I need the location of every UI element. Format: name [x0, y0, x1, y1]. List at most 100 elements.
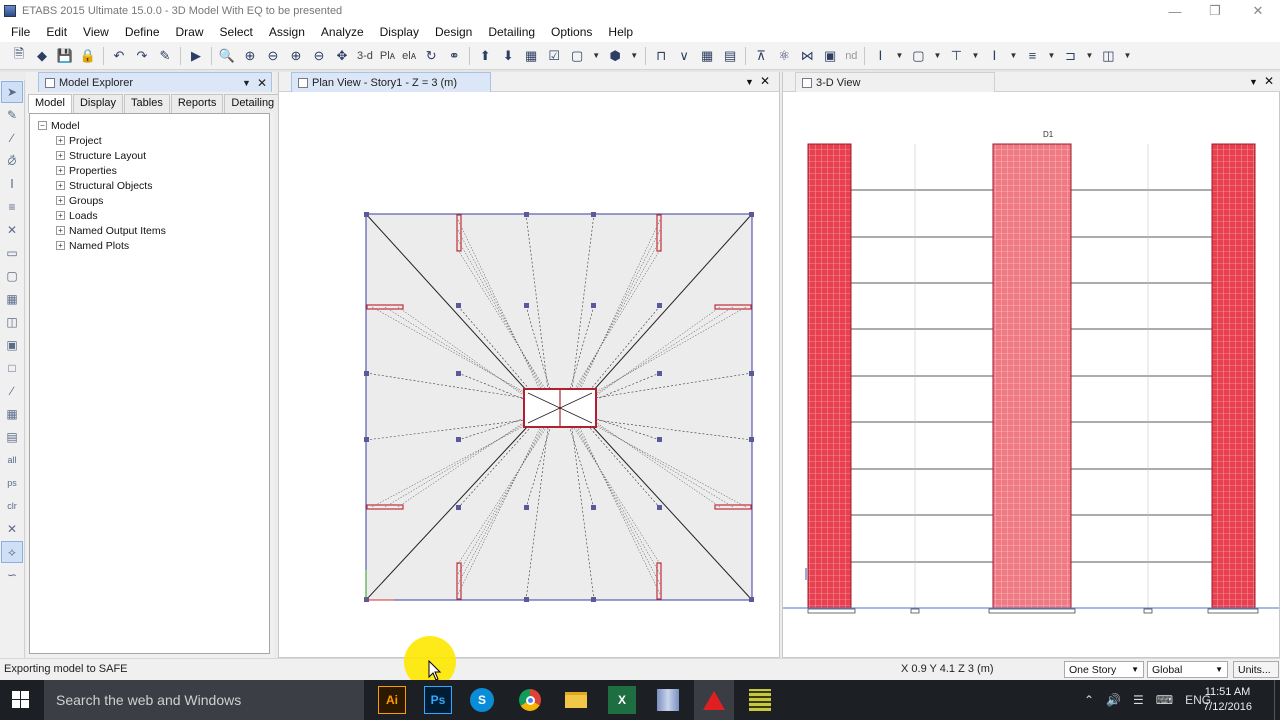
- move-up-icon[interactable]: ⬆: [474, 45, 496, 67]
- tree-item-groups[interactable]: + Groups: [30, 193, 269, 208]
- illustrator-icon[interactable]: Ai: [378, 686, 406, 714]
- draw-section-cut-icon[interactable]: Ⅰ: [983, 45, 1005, 67]
- menu-options[interactable]: Options: [543, 25, 600, 39]
- draw-dimension-icon[interactable]: ≡: [1021, 45, 1043, 67]
- draw-reference-icon[interactable]: ⊐: [1059, 45, 1081, 67]
- chevron-down-icon[interactable]: ▼: [1249, 77, 1258, 87]
- draw-diagonal-icon[interactable]: ⦳: [1, 150, 23, 172]
- close-icon[interactable]: ✕: [257, 76, 267, 90]
- pointer-select-icon[interactable]: ➤: [1, 81, 23, 103]
- draw-quick-floor-icon[interactable]: ▦: [1, 288, 23, 310]
- menu-assign[interactable]: Assign: [261, 25, 313, 39]
- etabs-taskbar-icon[interactable]: [654, 686, 682, 714]
- snap-points-icon[interactable]: ⟡: [1, 541, 23, 563]
- rotate-3d-icon[interactable]: ↻: [420, 45, 442, 67]
- zoom-step-out-icon[interactable]: ⊖: [308, 45, 330, 67]
- chevron-down-icon[interactable]: ▼: [1006, 45, 1020, 67]
- tab-detailing[interactable]: Detailing: [224, 94, 282, 113]
- chevron-down-icon[interactable]: ▼: [627, 45, 641, 67]
- expand-icon[interactable]: +: [56, 151, 65, 160]
- draw-frame-icon[interactable]: ⊓: [650, 45, 672, 67]
- chevron-down-icon[interactable]: ▼: [892, 45, 906, 67]
- menu-design[interactable]: Design: [427, 25, 480, 39]
- tree-item-properties[interactable]: + Properties: [30, 163, 269, 178]
- perspective-icon[interactable]: ⚭: [443, 45, 465, 67]
- expand-icon[interactable]: +: [56, 181, 65, 190]
- lock-icon[interactable]: 🔒: [77, 45, 99, 67]
- volume-icon[interactable]: 🔊: [1106, 693, 1121, 707]
- menu-detailing[interactable]: Detailing: [480, 25, 543, 39]
- draw-link-tool-icon[interactable]: ∕: [1, 380, 23, 402]
- restore-button[interactable]: ❐: [1195, 0, 1235, 22]
- extrude-icon[interactable]: ▢: [566, 45, 588, 67]
- new-model-icon[interactable]: 🗎: [8, 45, 30, 67]
- zoom-in-icon[interactable]: ⊕: [239, 45, 261, 67]
- draw-column-icon[interactable]: Ⅰ: [869, 45, 891, 67]
- previous-selection-icon[interactable]: ps: [1, 472, 23, 494]
- draw-slab-icon[interactable]: ▤: [719, 45, 741, 67]
- clear-selection-icon[interactable]: clr: [1, 495, 23, 517]
- show-desktop-button[interactable]: [1274, 680, 1280, 720]
- tab-tables[interactable]: Tables: [124, 94, 170, 113]
- plan-view-canvas[interactable]: [279, 93, 779, 657]
- snap-icon[interactable]: ✕: [1, 518, 23, 540]
- coordinate-system-select[interactable]: Global ▼: [1147, 661, 1228, 678]
- close-icon[interactable]: ✕: [1264, 74, 1274, 88]
- excel-icon[interactable]: X: [608, 686, 636, 714]
- tree-item-named-output-items[interactable]: + Named Output Items: [30, 223, 269, 238]
- draw-beam-icon[interactable]: ⊼: [750, 45, 772, 67]
- draw-grid-icon[interactable]: ◫: [1097, 45, 1119, 67]
- draw-joint-icon[interactable]: ⚛: [773, 45, 795, 67]
- menu-analyze[interactable]: Analyze: [313, 25, 372, 39]
- draw-opening-icon[interactable]: ▣: [819, 45, 841, 67]
- menu-help[interactable]: Help: [600, 25, 641, 39]
- taskbar-search[interactable]: Search the web and Windows: [44, 680, 364, 720]
- draw-floor-icon[interactable]: ▭: [1, 242, 23, 264]
- close-window-button[interactable]: ✕: [1238, 0, 1278, 22]
- tree-item-named-plots[interactable]: + Named Plots: [30, 238, 269, 253]
- chevron-down-icon[interactable]: ▼: [1120, 45, 1134, 67]
- tree-item-structure-layout[interactable]: + Structure Layout: [30, 148, 269, 163]
- minimize-button[interactable]: —: [1155, 0, 1195, 22]
- redo-icon[interactable]: ↷: [131, 45, 153, 67]
- draw-opening-tool-icon[interactable]: □: [1, 357, 23, 379]
- menu-file[interactable]: File: [3, 25, 38, 39]
- set-display-options-icon[interactable]: ☑: [543, 45, 565, 67]
- tree-item-project[interactable]: + Project: [30, 133, 269, 148]
- draw-section-icon[interactable]: ▤: [1, 426, 23, 448]
- story-select[interactable]: One Story ▼: [1064, 661, 1144, 678]
- undo-icon[interactable]: ↶: [108, 45, 130, 67]
- keyboard-icon[interactable]: ⌨: [1156, 693, 1173, 707]
- run-analysis-icon[interactable]: ▶: [185, 45, 207, 67]
- 3d-view-tab[interactable]: 3-D View: [795, 72, 995, 92]
- units-button[interactable]: Units...: [1233, 661, 1279, 678]
- tab-reports[interactable]: Reports: [170, 94, 224, 113]
- elevation-view-button[interactable]: elᴀ: [399, 50, 419, 62]
- draw-column-tool-icon[interactable]: Ⅰ: [1, 173, 23, 195]
- draw-link-icon[interactable]: ⋈: [796, 45, 818, 67]
- plan-view-tab[interactable]: Plan View - Story1 - Z = 3 (m): [291, 72, 491, 92]
- draw-wall-tool-icon[interactable]: ◫: [1, 311, 23, 333]
- draw-beam-tool-icon[interactable]: ≡: [1, 196, 23, 218]
- snap-intersections-icon[interactable]: ∽: [1, 564, 23, 586]
- save-icon[interactable]: 💾: [54, 45, 76, 67]
- chevron-down-icon[interactable]: ▼: [968, 45, 982, 67]
- expand-icon[interactable]: +: [56, 166, 65, 175]
- draw-brace-icon[interactable]: ∨: [673, 45, 695, 67]
- safe-taskbar-icon[interactable]: [746, 686, 774, 714]
- tree-item-structural-objects[interactable]: + Structural Objects: [30, 178, 269, 193]
- chrome-icon[interactable]: [516, 686, 544, 714]
- select-all-icon[interactable]: all: [1, 449, 23, 471]
- tree-root[interactable]: − Model: [30, 118, 269, 133]
- skype-icon[interactable]: S: [470, 688, 494, 712]
- chevron-down-icon[interactable]: ▼: [242, 78, 251, 88]
- chevron-up-icon[interactable]: ⌃: [1084, 693, 1094, 707]
- autodesk-icon[interactable]: [694, 680, 734, 720]
- menu-view[interactable]: View: [75, 25, 117, 39]
- object-shrink-icon[interactable]: ▦: [520, 45, 542, 67]
- move-down-icon[interactable]: ⬇: [497, 45, 519, 67]
- zoom-window-icon[interactable]: 🔍: [216, 45, 238, 67]
- chevron-down-icon[interactable]: ▼: [745, 77, 754, 87]
- draw-rect-floor-icon[interactable]: ▢: [1, 265, 23, 287]
- taskbar-clock[interactable]: 11:51 AM 7/12/2016: [1203, 685, 1252, 715]
